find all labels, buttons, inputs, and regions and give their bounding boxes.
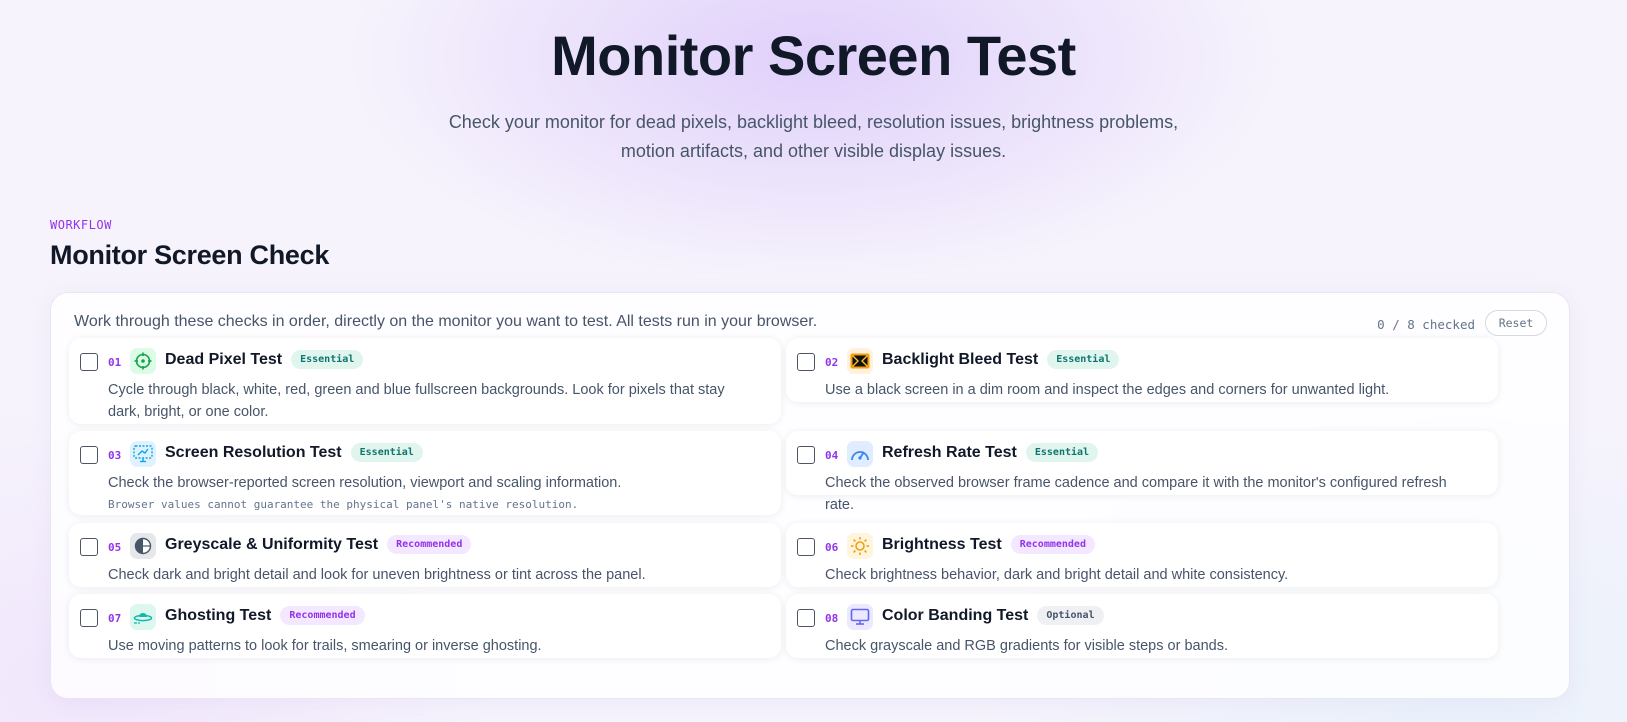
priority-badge: Recommended (1010, 535, 1095, 554)
check-description: Cycle through black, white, red, green a… (108, 382, 725, 420)
check-title: Ghosting Test (165, 606, 272, 624)
half-circle-icon (130, 533, 156, 559)
section-label: WORKFLOW (50, 218, 112, 232)
check-title: Dead Pixel Test (165, 350, 283, 368)
check-card-brightness: 06 Brightness Test Recommended Check bri… (786, 523, 1498, 587)
checkbox-brightness[interactable] (797, 538, 815, 556)
section-title: Monitor Screen Check (50, 240, 330, 270)
check-title: Greyscale & Uniformity Test (165, 535, 379, 553)
progress-counter: 0 / 8 checked (1377, 317, 1475, 332)
reset-button[interactable]: Reset (1485, 310, 1547, 336)
hero: Monitor Screen Test Check your monitor f… (0, 24, 1627, 166)
priority-badge: Essential (1025, 443, 1099, 462)
check-description: Use a black screen in a dim room and ins… (825, 382, 1390, 398)
check-card-ghosting: 07 Ghosting Test Recommended Use moving … (69, 594, 781, 658)
check-number: 07 (108, 612, 122, 625)
crosshair-icon (130, 348, 156, 374)
page-title: Monitor Screen Test (551, 24, 1076, 87)
sun-icon (847, 533, 873, 559)
checkbox-ghosting[interactable] (80, 609, 98, 627)
check-title: Backlight Bleed Test (882, 350, 1039, 368)
panel-intro: Work through these checks in order, dire… (74, 313, 818, 330)
check-number: 04 (825, 449, 839, 462)
check-title: Screen Resolution Test (165, 443, 342, 461)
priority-badge: Essential (350, 443, 423, 462)
check-description: Check dark and bright detail and look fo… (108, 567, 646, 583)
check-note: Browser values cannot guarantee the phys… (108, 498, 579, 511)
check-card-color-banding: 08 Color Banding Test Optional Check gra… (786, 594, 1498, 658)
priority-badge: Recommended (280, 606, 365, 625)
checklist-panel: Work through these checks in order, dire… (50, 292, 1570, 699)
check-title: Refresh Rate Test (882, 443, 1017, 461)
check-number: 02 (825, 356, 839, 369)
page-subtitle: Check your monitor for dead pixels, back… (434, 108, 1194, 166)
subtitle-line-1: Check your monitor for dead pixels, back… (448, 112, 1179, 132)
priority-badge: Essential (291, 350, 364, 369)
check-description: Check grayscale and RGB gradients for vi… (825, 638, 1228, 654)
priority-badge: Recommended (387, 535, 472, 554)
checkbox-greyscale-uniformity[interactable] (80, 538, 98, 556)
checkbox-color-banding[interactable] (797, 609, 815, 627)
check-card-dead-pixel: 01 Dead Pixel Test Essential Cycle throu… (69, 338, 781, 424)
gauge-icon (847, 441, 873, 467)
check-card-screen-resolution: 03 Screen Resolution Test Essential Chec… (69, 431, 781, 515)
check-description: Check the browser-reported screen resolu… (108, 475, 622, 491)
checkbox-refresh-rate[interactable] (797, 446, 815, 464)
checkbox-backlight-bleed[interactable] (797, 353, 815, 371)
resolution-icon (130, 441, 156, 467)
monitor-icon (847, 604, 873, 630)
check-number: 05 (108, 541, 122, 554)
ufo-icon (130, 604, 156, 630)
check-description: Use moving patterns to look for trails, … (108, 638, 542, 654)
priority-badge: Essential (1047, 350, 1120, 369)
check-description: Check brightness behavior, dark and brig… (825, 567, 1289, 583)
check-card-backlight-bleed: 02 Backlight Bleed Test Essential Use a … (786, 338, 1498, 402)
check-title: Brightness Test (882, 535, 1002, 553)
check-number: 06 (825, 541, 839, 554)
check-title: Color Banding Test (882, 606, 1029, 624)
subtitle-line-2: motion artifacts, and other visible disp… (620, 141, 1007, 161)
check-number: 01 (108, 356, 122, 369)
check-number: 08 (825, 612, 839, 625)
check-card-refresh-rate: 04 Refresh Rate Test Essential Check the… (786, 431, 1498, 513)
check-card-greyscale-uniformity: 05 Greyscale & Uniformity Test Recommend… (69, 523, 781, 587)
check-number: 03 (108, 449, 122, 462)
backlight-icon (847, 348, 873, 374)
checkbox-screen-resolution[interactable] (80, 446, 98, 464)
priority-badge: Optional (1037, 606, 1104, 625)
check-description: Check the observed browser frame cadence… (825, 475, 1447, 513)
checkbox-dead-pixel[interactable] (80, 353, 98, 371)
